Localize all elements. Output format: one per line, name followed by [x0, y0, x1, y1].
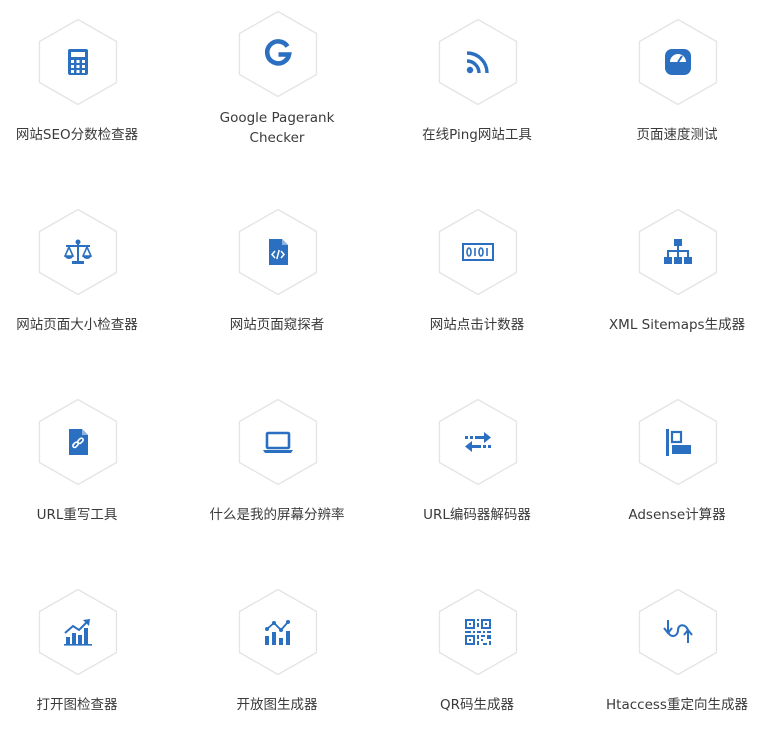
tools-grid: 网站SEO分数检查器 Google Pagerank Checker 在线Pin… — [0, 0, 768, 727]
tool-label: 什么是我的屏幕分辨率 — [209, 507, 345, 523]
hexagon-badge — [637, 18, 719, 106]
hexagon-badge — [37, 588, 119, 676]
tool-label: 打开图检查器 — [36, 697, 118, 713]
tool-google-pagerank-checker[interactable]: Google Pagerank Checker — [182, 4, 372, 174]
tool-label: Adsense计算器 — [628, 507, 726, 523]
hexagon-badge — [637, 208, 719, 296]
tool-label: 网站点击计数器 — [429, 317, 525, 333]
hexagon-badge — [237, 208, 319, 296]
sitemap-icon — [664, 239, 692, 264]
tool-page-snooper[interactable]: 网站页面窥探者 — [182, 202, 372, 372]
hexagon-badge — [437, 18, 519, 106]
hexagon-badge — [437, 208, 519, 296]
laptop-icon — [263, 431, 293, 453]
tool-xml-sitemaps-generator[interactable]: XML Sitemaps生成器 — [582, 202, 768, 372]
tool-label: Htaccess重定向生成器 — [606, 697, 748, 713]
rss-icon — [466, 51, 489, 74]
tool-online-ping[interactable]: 在线Ping网站工具 — [382, 12, 572, 182]
hexagon-badge — [637, 588, 719, 676]
tool-page-speed-test[interactable]: 页面速度测试 — [582, 12, 768, 182]
tool-label: 页面速度测试 — [636, 127, 718, 143]
hexagon-badge — [437, 398, 519, 486]
hexagon-badge — [437, 588, 519, 676]
tool-label: QR码生成器 — [439, 697, 514, 713]
hexagon-badge — [37, 208, 119, 296]
tool-label: URL编码器解码器 — [423, 507, 531, 523]
google-icon — [264, 39, 292, 66]
tool-url-encoder-decoder[interactable]: URL编码器解码器 — [382, 392, 572, 562]
tool-label: 开放图生成器 — [236, 697, 318, 713]
code-file-icon — [269, 239, 288, 265]
tool-label: Google Pagerank Checker — [219, 110, 335, 146]
hexagon-badge — [37, 18, 119, 106]
tool-hit-counter[interactable]: 网站点击计数器 — [382, 202, 572, 372]
qr-code-icon — [465, 619, 491, 645]
bar-line-chart-icon — [265, 620, 290, 645]
tool-label: 网站页面大小检查器 — [16, 317, 138, 333]
tool-label: 网站页面窥探者 — [229, 317, 325, 333]
binary-counter-icon — [462, 243, 494, 261]
tool-adsense-calculator[interactable]: Adsense计算器 — [582, 392, 768, 562]
ad-layout-icon — [666, 429, 691, 456]
tool-label: URL重写工具 — [36, 507, 118, 523]
hexagon-badge — [237, 588, 319, 676]
hexagon-badge — [637, 398, 719, 486]
tool-label: XML Sitemaps生成器 — [608, 317, 746, 333]
tool-screen-resolution[interactable]: 什么是我的屏幕分辨率 — [182, 392, 372, 562]
link-file-icon — [69, 429, 88, 455]
tool-label: 在线Ping网站工具 — [422, 127, 532, 143]
redirect-arrows-icon — [663, 620, 693, 643]
hexagon-badge — [237, 10, 319, 98]
tool-page-size-checker[interactable]: 网站页面大小检查器 — [0, 202, 172, 372]
exchange-arrows-icon — [465, 432, 491, 452]
calculator-icon — [68, 49, 88, 75]
balance-scale-icon — [63, 239, 93, 264]
growth-chart-icon — [64, 619, 92, 646]
hexagon-badge — [237, 398, 319, 486]
tool-seo-score-checker[interactable]: 网站SEO分数检查器 — [0, 12, 172, 182]
tool-url-rewriting[interactable]: URL重写工具 — [0, 392, 172, 562]
speed-gauge-icon — [665, 49, 691, 75]
tool-label: 网站SEO分数检查器 — [15, 127, 139, 143]
hexagon-badge — [37, 398, 119, 486]
